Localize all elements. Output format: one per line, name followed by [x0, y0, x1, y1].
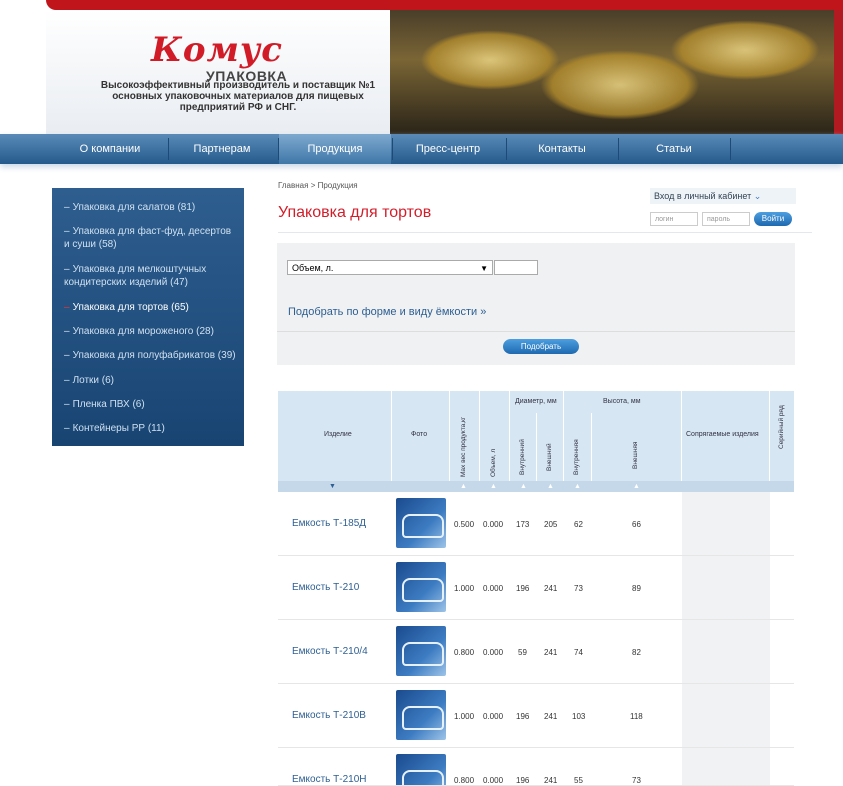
login-button[interactable]: Войти	[754, 212, 792, 226]
header-related: Сопрягаемые изделия	[686, 431, 759, 438]
volume-select[interactable]: Объем, л. ▼	[287, 260, 493, 275]
nav-item-products[interactable]: Продукция	[279, 134, 391, 164]
sort-outer-diameter-icon[interactable]: ▲	[547, 481, 554, 492]
sidebar-item-fastfood[interactable]: –Упаковка для фаст-фуд, десертов и суши …	[64, 225, 236, 251]
header-volume: Объем, л	[490, 449, 497, 477]
sidebar-item-trays[interactable]: –Лотки (6)	[64, 374, 236, 387]
product-photo[interactable]	[396, 562, 446, 612]
header-max-weight: Max вес продукта,кг	[460, 417, 467, 477]
chevron-down-icon: ⌄	[754, 191, 762, 201]
product-link[interactable]: Емкость Т-210/4	[292, 646, 368, 657]
title-divider	[278, 232, 812, 233]
sort-bar: ▼ ▲ ▲ ▲ ▲ ▲ ▲	[278, 481, 794, 492]
product-link[interactable]: Емкость Т-210Н	[292, 774, 367, 785]
product-link[interactable]: Емкость Т-185Д	[292, 518, 366, 529]
sidebar-item-semifinished[interactable]: –Упаковка для полуфабрикатов (39)	[64, 349, 236, 362]
filter-divider	[277, 331, 795, 332]
header-item: Изделие	[324, 431, 352, 438]
password-field[interactable]: пароль	[702, 212, 750, 226]
sort-outer-height-icon[interactable]: ▲	[633, 481, 640, 492]
nav-item-articles[interactable]: Статьи	[622, 134, 726, 164]
brand-logo[interactable]: Комус	[151, 30, 283, 70]
sidebar-item-confectionery[interactable]: –Упаковка для мелкоштучных кондитерских …	[64, 263, 236, 289]
sort-item-icon[interactable]: ▼	[329, 481, 336, 492]
main-nav: О компании Партнерам Продукция Пресс-цен…	[0, 134, 843, 164]
sort-inner-height-icon[interactable]: ▲	[574, 481, 581, 492]
sort-inner-diameter-icon[interactable]: ▲	[520, 481, 527, 492]
breadcrumb-sep: >	[311, 181, 316, 190]
product-photo[interactable]	[396, 626, 446, 676]
header-outer-height: Внешняя	[632, 442, 639, 469]
breadcrumb: Главная > Продукция	[278, 181, 358, 190]
header-diameter: Диаметр, мм	[515, 398, 557, 405]
table-header: Изделие Фото Max вес продукта,кг Объем, …	[278, 391, 794, 492]
page-title: Упаковка для тортов	[278, 204, 431, 222]
breadcrumb-home[interactable]: Главная	[278, 181, 308, 190]
product-link[interactable]: Емкость Т-210	[292, 582, 359, 593]
sidebar-item-icecream[interactable]: –Упаковка для мороженого (28)	[64, 325, 236, 338]
sidebar-item-salads[interactable]: –Упаковка для салатов (81)	[64, 201, 236, 214]
related-cell	[682, 748, 770, 786]
brand-tagline: Высокоэффективный производитель и постав…	[88, 80, 388, 113]
dropdown-arrow-icon: ▼	[480, 261, 488, 276]
top-red-bar	[46, 0, 843, 10]
category-sidebar: –Упаковка для салатов (81) –Упаковка для…	[52, 188, 244, 446]
volume-input[interactable]	[494, 260, 538, 275]
nav-item-contacts[interactable]: Контакты	[510, 134, 614, 164]
related-cell	[682, 556, 770, 619]
table-row[interactable]: Емкость Т-210/4 0.800 0.000 59 241 74 82	[278, 620, 794, 684]
table-row[interactable]: Емкость Т-210 1.000 0.000 196 241 73 89	[278, 556, 794, 620]
table-row[interactable]: Емкость Т-210В 1.000 0.000 196 241 103 1…	[278, 684, 794, 748]
header-outer-diameter: Внешний	[546, 443, 553, 471]
sort-volume-icon[interactable]: ▲	[490, 481, 497, 492]
login-toggle[interactable]: Вход в личный кабинет ⌄	[650, 188, 796, 204]
header-right-strip	[834, 10, 843, 134]
login-box: Вход в личный кабинет ⌄ логин пароль Вой…	[646, 188, 796, 228]
product-photo[interactable]	[396, 754, 446, 786]
nav-item-partners[interactable]: Партнерам	[172, 134, 272, 164]
shape-filter-link[interactable]: Подобрать по форме и виду ёмкости »	[288, 306, 486, 318]
related-cell	[682, 620, 770, 683]
related-cell	[682, 492, 770, 555]
product-photo[interactable]	[396, 498, 446, 548]
login-field[interactable]: логин	[650, 212, 698, 226]
product-link[interactable]: Емкость Т-210В	[292, 710, 366, 721]
nav-item-company[interactable]: О компании	[60, 134, 160, 164]
sidebar-item-pp-containers[interactable]: –Контейнеры РР (11)	[64, 422, 236, 435]
nav-item-press[interactable]: Пресс-центр	[396, 134, 500, 164]
apply-filter-button[interactable]: Подобрать	[503, 339, 579, 354]
related-cell	[682, 684, 770, 747]
table-row[interactable]: Емкость Т-210Н 0.800 0.000 196 241 55 73	[278, 748, 794, 786]
filter-panel: Объем, л. ▼ Подобрать по форме и виду ём…	[277, 243, 795, 365]
site-header: Комус УПАКОВКА Высокоэффективный произво…	[46, 10, 843, 134]
header-inner-diameter: Внутренний	[519, 439, 526, 475]
header-height: Высота, мм	[603, 398, 641, 405]
header-inner-height: Внутренняя	[573, 439, 580, 475]
header-serial: Серийный ряд	[778, 405, 785, 449]
product-photo[interactable]	[396, 690, 446, 740]
double-chevron-icon: »	[480, 306, 486, 318]
table-row[interactable]: Емкость Т-185Д 0.500 0.000 173 205 62 66	[278, 492, 794, 556]
sidebar-item-pvc-film[interactable]: –Пленка ПВХ (6)	[64, 398, 236, 411]
sort-max-weight-icon[interactable]: ▲	[460, 481, 467, 492]
sidebar-item-cakes[interactable]: –Упаковка для тортов (65)	[64, 301, 236, 314]
header-photo	[390, 10, 834, 134]
header-photo: Фото	[411, 431, 427, 438]
breadcrumb-current: Продукция	[318, 181, 358, 190]
